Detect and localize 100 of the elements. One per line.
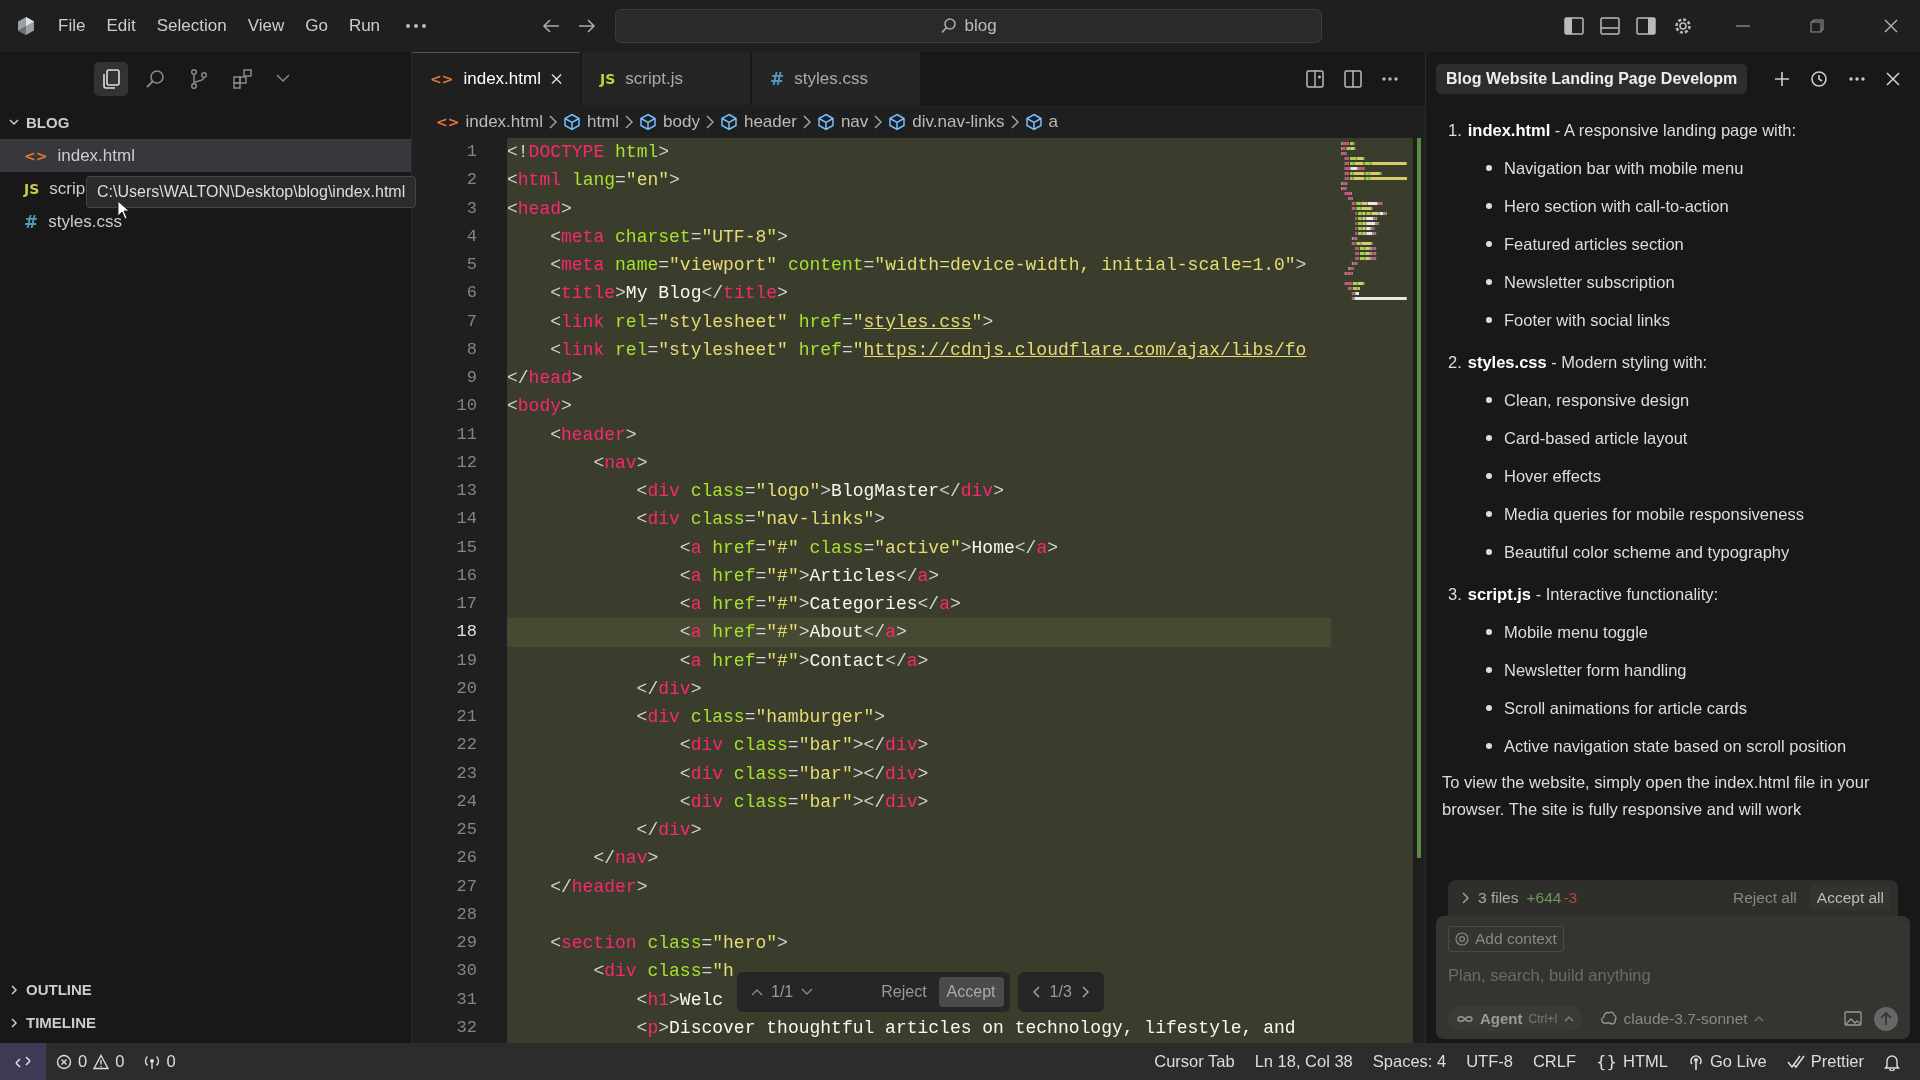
chevron-left-icon[interactable]	[1031, 986, 1040, 998]
breadcrumb-item[interactable]: html	[562, 111, 620, 132]
line-number: 19	[455, 649, 478, 672]
more-icon[interactable]	[405, 23, 428, 29]
bullet-text: Hero section with call-to-action	[1504, 196, 1729, 216]
diff-view-icon[interactable]	[1305, 68, 1325, 89]
agent-mode-button[interactable]: Agent Ctrl+I	[1448, 1006, 1582, 1031]
code-line: </nav>	[592, 848, 659, 869]
menu-item[interactable]: Run	[348, 16, 381, 36]
chevron-right-icon[interactable]	[1081, 986, 1090, 998]
problems-indicator[interactable]: 0 0	[46, 1052, 135, 1071]
breadcrumb-item[interactable]: div.nav-links	[888, 111, 1005, 132]
breadcrumb-item[interactable]: a	[1024, 111, 1059, 132]
line-number: 32	[455, 1016, 478, 1039]
code-link[interactable]: https://cdnjs.cloudflare.com/ajax/libs/fo	[863, 339, 1307, 360]
editor-tab[interactable]: JS script.js	[582, 52, 750, 105]
model-picker[interactable]: claude-3.7-sonnet	[1593, 1008, 1770, 1029]
bullet-icon	[1486, 473, 1492, 479]
editor-tab[interactable]: <> index.html	[412, 52, 580, 105]
forward-arrow-icon[interactable]	[577, 18, 598, 34]
restore-icon[interactable]	[1810, 19, 1824, 33]
status-item[interactable]: Cursor Tab	[1144, 1052, 1245, 1071]
chat-tab[interactable]: Blog Website Landing Page Developm	[1436, 63, 1748, 94]
list-number: 3.	[1448, 584, 1462, 604]
plus-icon[interactable]	[1774, 70, 1790, 87]
go-live-button[interactable]: Go Live	[1677, 1052, 1777, 1071]
remote-button[interactable]	[0, 1043, 46, 1080]
breadcrumb-item[interactable]: nav	[816, 111, 869, 132]
image-icon[interactable]	[1844, 1011, 1862, 1026]
bullet-icon	[1486, 629, 1492, 635]
code-line: <div class="hamburger">	[635, 707, 886, 727]
files-view-icon[interactable]	[94, 61, 128, 96]
secondary-sidebar-toggle-icon[interactable]	[1636, 17, 1656, 35]
scrollbar-thumb[interactable]	[1417, 138, 1421, 858]
back-arrow-icon[interactable]	[541, 18, 562, 34]
chevron-up-icon[interactable]	[751, 988, 763, 996]
sidebar-toggle-icon[interactable]	[1564, 17, 1584, 35]
history-icon[interactable]	[1810, 69, 1828, 88]
search-field[interactable]: blog	[615, 9, 1323, 43]
bullet-icon	[1486, 705, 1492, 711]
line-number: 31	[455, 988, 478, 1011]
bullet-icon	[1486, 241, 1492, 247]
reject-all-button[interactable]: Reject all	[1727, 888, 1803, 908]
chevron-right-icon[interactable]	[1462, 892, 1470, 904]
bullet-icon	[1486, 435, 1492, 441]
breadcrumb-item[interactable]: <> index.html	[436, 111, 543, 132]
accept-button[interactable]: Accept	[938, 977, 1004, 1007]
close-icon[interactable]	[1886, 71, 1900, 86]
add-context-button[interactable]: Add context	[1448, 926, 1564, 952]
status-item[interactable]: UTF-8	[1456, 1052, 1523, 1071]
split-editor-icon[interactable]	[1343, 68, 1363, 89]
line-number: 28	[455, 903, 478, 926]
breadcrumb-item[interactable]: header	[719, 111, 797, 132]
more-icon[interactable]	[1381, 75, 1399, 82]
cube-icon	[816, 112, 835, 131]
bullet-text: Active navigation state based on scroll position	[1504, 736, 1847, 756]
explorer-entry[interactable]: # styles.css	[0, 205, 411, 238]
chevron-icon	[8, 983, 20, 996]
code-line: <head>	[507, 198, 572, 219]
code-line: <a href="#">Contact</a>	[678, 650, 929, 671]
status-item[interactable]: Spaces: 4	[1362, 1052, 1457, 1071]
folder-header[interactable]: BLOG	[0, 105, 411, 139]
code-line: <a href="#">About</a>	[678, 622, 907, 643]
close-icon[interactable]	[1884, 19, 1898, 33]
code-line: <meta charset="UTF-8">	[549, 226, 788, 247]
bullet-text: Card-based article layout	[1504, 428, 1688, 448]
bullet-icon	[1486, 203, 1492, 209]
warning-icon	[93, 1053, 110, 1070]
panel-toggle-icon[interactable]	[1600, 17, 1620, 35]
menu-item[interactable]: File	[58, 16, 86, 36]
language-mode[interactable]: {} HTML	[1586, 1052, 1678, 1071]
chevron-down-icon[interactable]	[801, 988, 814, 996]
menu-item[interactable]: Selection	[156, 16, 227, 36]
editor-tab[interactable]: # styles.css	[752, 52, 920, 105]
breadcrumb-item[interactable]: body	[639, 111, 700, 132]
line-number: 7	[465, 310, 478, 333]
more-icon[interactable]	[1848, 75, 1866, 82]
settings-icon[interactable]	[1672, 15, 1694, 37]
line-number: 3	[465, 197, 478, 220]
menu-item[interactable]: View	[247, 16, 285, 36]
prettier-status[interactable]: Prettier	[1776, 1052, 1874, 1071]
ports-indicator[interactable]: 0	[134, 1052, 186, 1071]
status-item[interactable]: Ln 18, Col 38	[1244, 1052, 1363, 1071]
list-number: 1.	[1448, 120, 1462, 140]
section-header[interactable]: OUTLINE	[0, 973, 411, 1006]
section-header[interactable]: TIMELINE	[0, 1006, 411, 1039]
accept-all-button[interactable]: Accept all	[1810, 885, 1890, 911]
list-item-text: styles.css - Modern styling with:	[1467, 352, 1708, 372]
app-logo-icon	[16, 16, 36, 36]
close-tab-icon[interactable]	[550, 73, 562, 85]
code-link[interactable]: styles.css	[863, 311, 972, 332]
code-line: <div class="bar"></div>	[678, 735, 929, 756]
menu-item[interactable]: Edit	[106, 16, 136, 36]
menu-item[interactable]: Go	[305, 16, 328, 36]
change-counter: 1/1	[771, 983, 794, 1001]
explorer-entry[interactable]: <> index.html	[0, 139, 411, 172]
chevron-down-icon[interactable]	[276, 74, 290, 83]
status-item[interactable]: CRLF	[1522, 1052, 1586, 1071]
reject-button[interactable]: Reject	[877, 979, 931, 1005]
notifications-icon[interactable]	[1884, 1052, 1900, 1071]
